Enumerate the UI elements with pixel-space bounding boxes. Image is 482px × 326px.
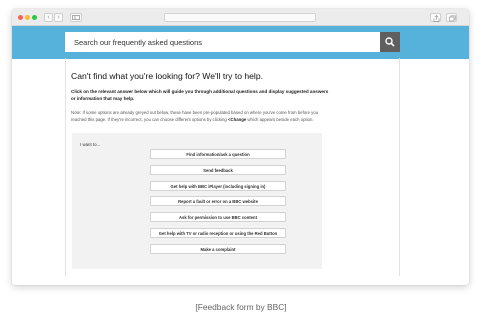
sidebar-icon <box>72 15 80 20</box>
search-icon <box>385 37 395 47</box>
option-send-feedback[interactable]: Send feedback <box>150 165 286 175</box>
zoom-window-button[interactable] <box>32 15 37 20</box>
note-text: Note: If some options are already greyed… <box>71 109 333 123</box>
option-report-fault[interactable]: Report a fault or error on a BBC website <box>150 196 286 206</box>
option-make-complaint[interactable]: Make a complaint <box>150 244 286 254</box>
instructions-text: Click on the relevant answer below which… <box>71 89 329 101</box>
share-icon <box>433 14 440 22</box>
forward-button[interactable]: › <box>54 13 63 22</box>
address-bar[interactable] <box>164 13 316 22</box>
page-title: Can't find what you're looking for? We'l… <box>71 71 264 81</box>
option-ask-permission[interactable]: Ask for permission to use BBC content <box>150 212 286 222</box>
option-iplayer-help[interactable]: Get help with BBC iPlayer (including sig… <box>150 181 286 191</box>
faq-search-input[interactable] <box>65 32 380 52</box>
search-button[interactable] <box>380 32 400 52</box>
option-find-information[interactable]: Find information/ask a question <box>150 149 286 159</box>
i-want-to-label: I want to... <box>80 142 101 147</box>
sidebar-toggle-button[interactable] <box>70 13 82 22</box>
back-button[interactable]: ‹ <box>44 13 53 22</box>
close-window-button[interactable] <box>18 15 23 20</box>
tabs-icon <box>449 14 456 21</box>
figure-caption: [Feedback form by BBC] <box>195 302 287 312</box>
browser-toolbar: ‹ › <box>12 9 469 26</box>
change-link-label: <Change <box>227 117 247 122</box>
option-tv-radio-help[interactable]: Get help with TV or radio reception or u… <box>150 228 286 238</box>
tabs-overview-button[interactable] <box>446 13 457 22</box>
note-suffix: which appears beside each option. <box>246 117 314 122</box>
minimize-window-button[interactable] <box>25 15 30 20</box>
share-button[interactable] <box>430 13 441 22</box>
